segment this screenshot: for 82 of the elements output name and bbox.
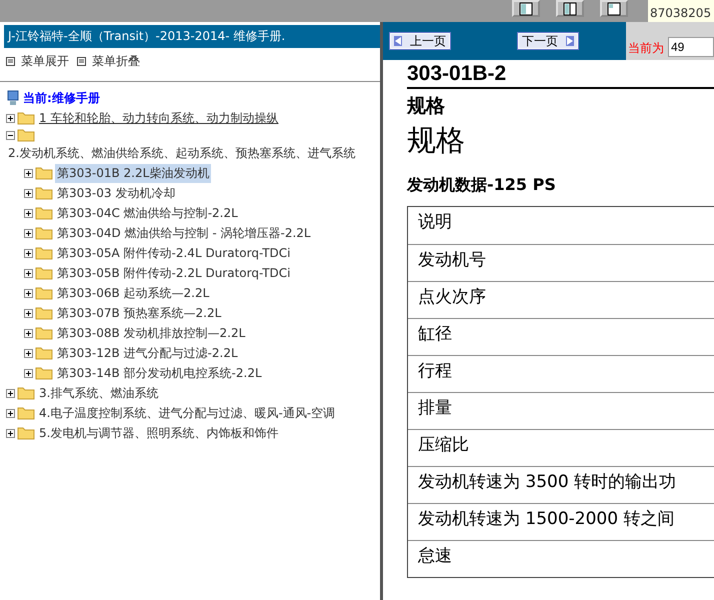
list-icon [77, 57, 86, 66]
table-cell: 发动机号 [418, 250, 486, 270]
table-cell: 排量 [418, 398, 452, 418]
table-cell: 压缩比 [418, 435, 469, 455]
expand-icon[interactable] [24, 188, 33, 198]
folder-icon [35, 266, 53, 280]
folder-icon [17, 386, 35, 400]
previous-page-button[interactable]: 上一页 [389, 32, 451, 50]
toolbar-button[interactable] [556, 0, 584, 17]
table-cell: 缸径 [418, 324, 452, 344]
page-number-field[interactable]: 49 [668, 37, 714, 57]
tree-item[interactable]: 第303-03 发动机冷却 [55, 184, 178, 202]
toolbar-button[interactable] [512, 0, 540, 17]
window-icon [607, 2, 621, 16]
folder-icon [35, 226, 53, 240]
folder-icon [17, 128, 35, 142]
window-icon [519, 2, 533, 16]
list-icon [6, 57, 15, 66]
tree-item[interactable]: 3.排气系统、燃油系统 [37, 384, 160, 402]
folder-icon [35, 246, 53, 260]
left-arrow-icon [394, 36, 402, 46]
expand-icon[interactable] [24, 308, 33, 318]
section-title: 规格 [407, 122, 466, 159]
tree-item[interactable]: 4.电子温度控制系统、进气分配与过滤、暖风-通风-空调 [37, 404, 338, 422]
folder-icon [35, 166, 53, 180]
folder-icon [35, 346, 53, 360]
collapse-icon[interactable] [6, 130, 15, 140]
expand-icon[interactable] [24, 368, 33, 378]
expand-icon[interactable] [24, 348, 33, 358]
tree-item[interactable]: 第303-05B 附件传动-2.2L Duratorq-TDCi [55, 264, 292, 282]
folder-icon [17, 406, 35, 420]
table-cell: 发动机转速为 3500 转时的输出功 [418, 472, 676, 492]
tree-item[interactable]: 第303-14B 部分发动机电控系统-2.2L [55, 364, 264, 382]
tree-item[interactable]: 第303-01B 2.2L柴油发动机 [55, 164, 212, 182]
toolbar-button[interactable] [600, 0, 628, 17]
table-cell: 行程 [418, 361, 452, 381]
tree-item[interactable]: 1 车轮和轮胎、动力转向系统、动力制动操纵 [37, 108, 280, 128]
expand-icon[interactable] [24, 248, 33, 258]
folder-icon [17, 426, 35, 440]
folder-icon [17, 111, 35, 125]
menu-link[interactable]: 菜单折叠 [92, 53, 140, 70]
tree-item[interactable]: 第303-06B 起动系统—2.2L [55, 284, 212, 302]
manual-title: J-江铃福特-全顺（Transit）-2013-2014- 维修手册. [4, 25, 380, 48]
table-cell: 怠速 [418, 546, 452, 566]
table-title: 发动机数据-125 PS [407, 175, 557, 196]
tree-item[interactable]: 2.发动机系统、燃油供给系统、起动系统、预热塞系统、进气系统 [6, 144, 358, 163]
computer-icon [6, 90, 20, 106]
folder-icon [35, 366, 53, 380]
expand-icon[interactable] [6, 408, 15, 418]
tree-item[interactable]: 第303-04C 燃油供给与控制-2.2L [55, 204, 240, 222]
contact-number: 87038205 [648, 0, 714, 22]
next-page-button[interactable]: 下一页 [517, 32, 579, 50]
tree-item[interactable]: 第303-04D 燃油供给与控制 - 涡轮增压器-2.2L [55, 224, 313, 242]
expand-icon[interactable] [6, 388, 15, 398]
folder-icon [35, 306, 53, 320]
tree-item[interactable]: 第303-07B 预热塞系统—2.2L [55, 304, 224, 322]
tree-item[interactable]: 第303-12B 进气分配与过滤-2.2L [55, 344, 240, 362]
right-arrow-icon [566, 36, 574, 46]
tree-item[interactable]: 5.发电机与调节器、照明系统、内饰板和饰件 [37, 424, 280, 442]
page-label: 当前为 [628, 40, 664, 57]
current-location: 当前:维修手册 [23, 90, 100, 106]
expand-icon[interactable] [24, 228, 33, 238]
window-icon [563, 2, 577, 16]
expand-icon[interactable] [24, 328, 33, 338]
expand-icon[interactable] [24, 288, 33, 298]
folder-icon [35, 286, 53, 300]
expand-icon[interactable] [24, 208, 33, 218]
table-cell: 点火次序 [418, 287, 486, 307]
folder-icon [35, 326, 53, 340]
folder-icon [35, 186, 53, 200]
tree-item[interactable]: 第303-05A 附件传动-2.4L Duratorq-TDCi [55, 244, 292, 262]
section-heading: 规格 [407, 94, 446, 119]
expand-icon[interactable] [6, 114, 15, 122]
table-cell: 说明 [418, 212, 452, 232]
expand-icon[interactable] [24, 168, 33, 178]
tree-item[interactable]: 第303-08B 发动机排放控制—2.2L [55, 324, 248, 342]
menu-link[interactable]: 菜单展开 [21, 53, 69, 70]
expand-icon[interactable] [24, 268, 33, 278]
table-cell: 发动机转速为 1500-2000 转之间 [418, 509, 674, 529]
expand-icon[interactable] [6, 428, 15, 438]
folder-icon [35, 206, 53, 220]
document-id: 303-01B-2 [407, 60, 714, 89]
